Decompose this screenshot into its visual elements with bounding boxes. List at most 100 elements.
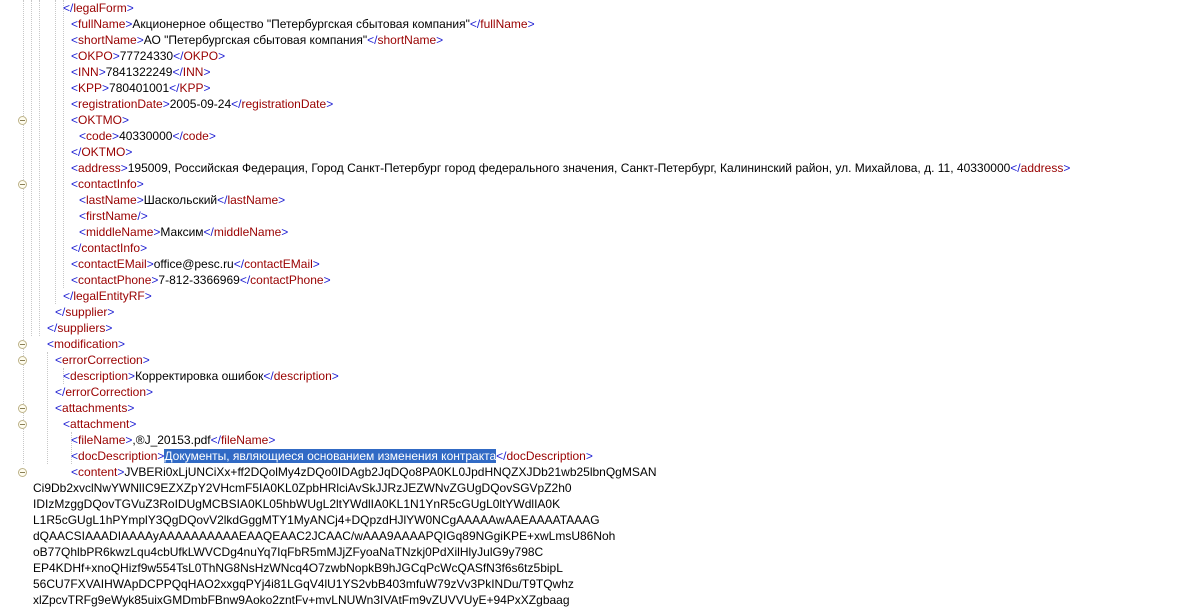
tag-name: contactInfo [78,177,137,191]
tag-name: contactPhone [78,273,152,287]
xml-line[interactable]: <contactInfo> [71,176,144,192]
tag-bracket: </ [47,321,58,335]
tag-bracket: > [140,241,148,255]
xml-line[interactable]: </errorCorrection> [55,384,153,400]
xml-line[interactable]: <registrationDate>2005-09-24</registrati… [71,96,333,112]
tag-name: contactInfo [81,241,141,255]
xml-line[interactable]: <attachment> [63,416,136,432]
xml-line[interactable]: <contactEMail>office@pesc.ru</contactEMa… [71,256,320,272]
tag-name: docDescription [506,449,586,463]
tag-name: suppliers [57,321,106,335]
tag-bracket: < [71,465,79,479]
tag-name: contactEMail [78,257,147,271]
tag-name: errorCorrection [62,353,143,367]
tag-bracket: > [436,33,444,47]
base64-content-line[interactable]: L1R5cGUgL1hPYmplY3QgDQovV2lkdGggMTY1MyAN… [33,512,600,528]
fold-toggle-icon[interactable] [18,116,27,125]
tag-name: middleName [213,225,282,239]
xml-line[interactable]: <errorCorrection> [55,352,150,368]
base64-content-line[interactable]: dQAACSIAAADIAAAAyAAAAAAAAAAEAAQEAAC2JCAA… [33,528,615,544]
tag-name: KPP [78,81,103,95]
xml-line[interactable]: <attachments> [55,400,134,416]
xml-line[interactable]: <KPP>780401001</KPP> [71,80,211,96]
base64-content-line[interactable]: IDIzMzggDQovTGVuZ3RoIDUgMCBSIA0KL05hbWUg… [33,496,560,512]
xml-line[interactable]: </contactInfo> [71,240,147,256]
tag-name: attachments [62,401,128,415]
xml-line[interactable]: <modification> [47,336,125,352]
base64-content-line[interactable]: xlZpcvTRFg9eWyk85uixGMDmbFBnw9Aoko2zntFv… [33,592,570,608]
tag-bracket: < [71,433,79,447]
tag-bracket: > [146,257,154,271]
xml-line[interactable]: <docDescription>Документы, являющиеся ос… [71,448,593,464]
fold-toggle-icon[interactable] [18,468,27,477]
element-text: ,®J_20153.pdf [132,433,211,447]
tag-bracket: > [1063,161,1071,175]
xml-line[interactable]: <description>Корректировка ошибок</descr… [63,368,339,384]
xml-line[interactable]: <OKTMO> [71,112,129,128]
tag-bracket: < [71,65,79,79]
tag-bracket: < [79,193,87,207]
indent-guide-line [63,0,64,288]
tag-name: lastName [227,193,279,207]
xml-line[interactable]: <address>195009, Российская Федерация, Г… [71,160,1070,176]
tag-bracket: </ [169,81,180,95]
tag-bracket: > [162,97,170,111]
xml-line[interactable]: <code>40330000</code> [79,128,216,144]
tag-name: code [182,129,209,143]
tag-name: docDescription [78,449,158,463]
xml-line[interactable]: </suppliers> [47,320,112,336]
fold-toggle-icon[interactable] [18,180,27,189]
tag-name: registrationDate [78,97,163,111]
tag-bracket: > [105,321,113,335]
tag-bracket: < [71,49,79,63]
tag-bracket: < [71,177,79,191]
tag-bracket: > [128,369,136,383]
tag-bracket: > [218,49,226,63]
tag-name: fullName [480,17,528,31]
xml-line[interactable]: <fileName>,®J_20153.pdf</fileName> [71,432,275,448]
tag-bracket: > [136,177,144,191]
base64-content-line[interactable]: oB77QhlbPR6kwzLqu4cbUfkLWVCDg4nuYq7IqFbR… [33,544,543,560]
tag-bracket: </ [173,49,184,63]
xml-line[interactable]: </OKTMO> [71,144,132,160]
fold-toggle-icon[interactable] [18,340,27,349]
tag-name: modification [54,337,119,351]
fold-toggle-icon[interactable] [18,356,27,365]
element-text: JVBERi0xLjUNCiXx+ff2DQolMy4zDQo0IDAgb2Jq… [124,465,657,479]
tag-bracket: > [203,81,211,95]
fold-toggle-icon[interactable] [18,404,27,413]
xml-line[interactable]: <shortName>АО "Петербургская сбытовая ко… [71,32,443,48]
tag-bracket: < [63,417,71,431]
element-text: Акционерное общество "Петербургская сбыт… [132,17,470,31]
tag-name: contactEMail [244,257,313,271]
xml-line[interactable]: </legalEntityRF> [63,288,152,304]
tag-name: firstName [86,209,138,223]
tag-bracket: < [63,369,71,383]
element-text: АО "Петербургская сбытовая компания" [143,33,368,47]
element-text: 7-812-3366969 [158,273,240,287]
tag-bracket: > [323,273,331,287]
xml-line[interactable]: </legalForm> [63,0,134,16]
xml-line[interactable]: <content>JVBERi0xLjUNCiXx+ff2DQolMy4zDQo… [71,464,657,480]
xml-line[interactable]: <contactPhone>7-812-3366969</contactPhon… [71,272,331,288]
xml-line[interactable]: <INN>7841322249</INN> [71,64,210,80]
tag-bracket: < [47,337,55,351]
tag-bracket: > [136,33,144,47]
xml-line[interactable]: <OKPO>77724330</OKPO> [71,48,225,64]
fold-toggle-icon[interactable] [18,420,27,429]
tag-bracket: > [268,433,276,447]
tag-name: address [78,161,121,175]
xml-line[interactable]: </supplier> [55,304,114,320]
xml-line[interactable]: <lastName>Шаскольский</lastName> [79,192,285,208]
xml-line[interactable]: <middleName>Максим</middleName> [79,224,288,240]
xml-line[interactable]: <firstName/> [79,208,148,224]
base64-content-line[interactable]: Ci9Db2xvclNwYWNlIC9EZXZpY2VHcmF5IA0KL0Zp… [33,480,572,496]
tag-bracket: > [281,225,289,239]
base64-content-line[interactable]: EP4KDHf+xnoQHizf9w554TsL0ThNG8NsHzWNcq4O… [33,560,563,576]
tag-name: OKTMO [78,113,123,127]
xml-line[interactable]: <fullName>Акционерное общество "Петербур… [71,16,535,32]
tag-bracket: </ [203,225,214,239]
base64-content-line[interactable]: 56CU7FXVAIHWApDCPPQqHAO2xxgqPYj4i81LGqV4… [33,576,574,592]
tag-bracket: > [136,193,144,207]
tag-name: supplier [65,305,108,319]
